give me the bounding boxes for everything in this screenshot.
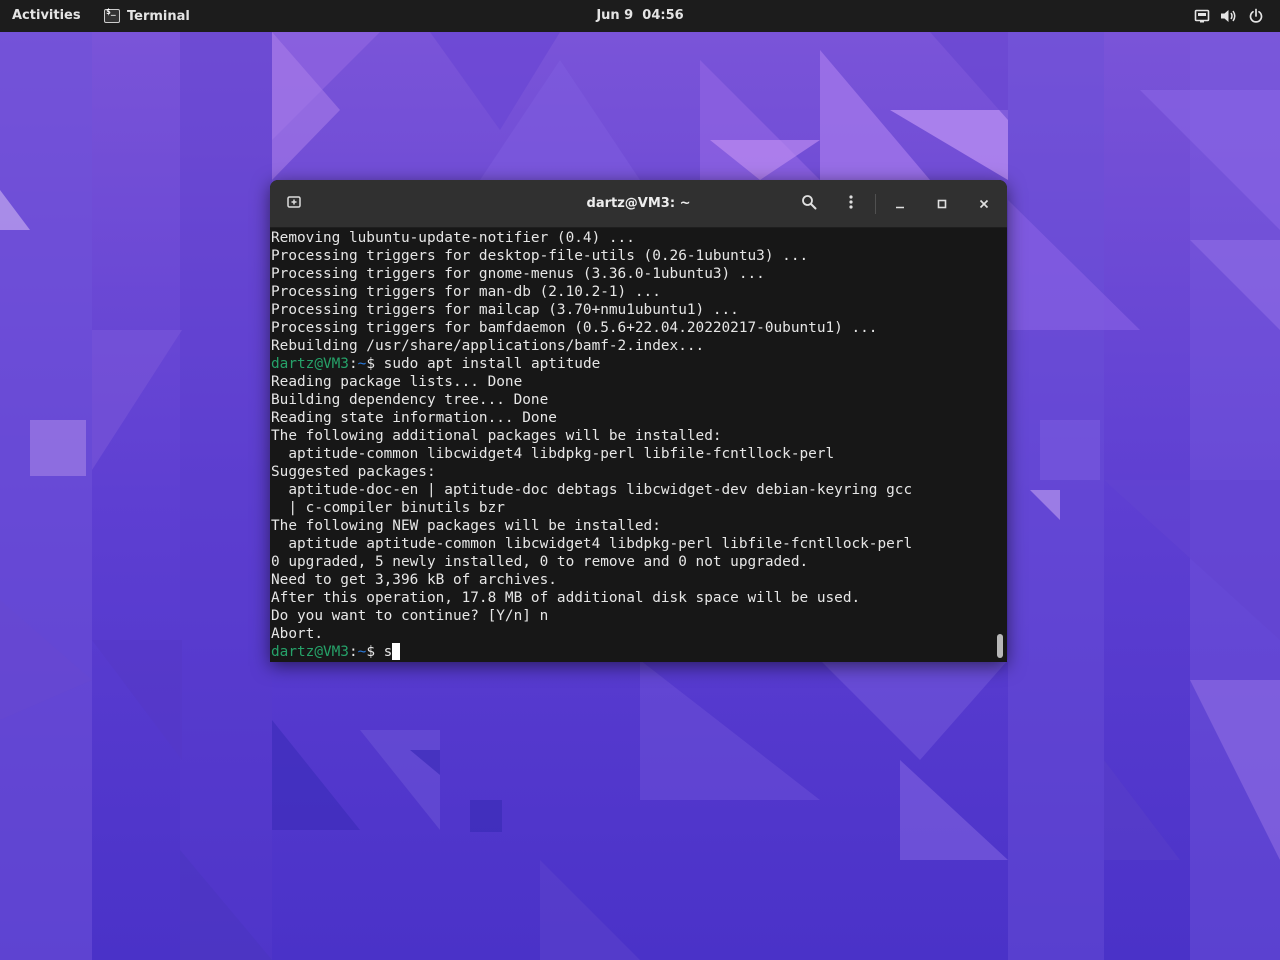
- new-tab-button[interactable]: [279, 189, 309, 219]
- clock-area: Jun 9 04:56: [0, 0, 1280, 32]
- terminal-output-text: 0 upgraded, 5 newly installed, 0 to remo…: [271, 554, 809, 570]
- terminal-line: Removing lubuntu-update-notifier (0.4) .…: [271, 229, 912, 247]
- volume-icon[interactable]: [1220, 8, 1238, 24]
- terminal-window[interactable]: dartz@VM3: ~ Removing lubuntu-update-not…: [270, 180, 1007, 662]
- system-tray[interactable]: [1194, 0, 1264, 32]
- terminal-line: Reading state information... Done: [271, 409, 912, 427]
- terminal-line: Building dependency tree... Done: [271, 391, 912, 409]
- terminal-output-text: Processing triggers for bamfdaemon (0.5.…: [271, 320, 878, 336]
- terminal-output-text: aptitude-doc-en | aptitude-doc debtags l…: [271, 482, 913, 498]
- search-icon: [801, 194, 817, 214]
- search-button[interactable]: [794, 189, 824, 219]
- kebab-menu-icon: [843, 194, 859, 214]
- terminal-line: The following NEW packages will be insta…: [271, 517, 912, 535]
- prompt-command: s: [383, 644, 393, 660]
- terminal-line: Reading package lists... Done: [271, 373, 912, 391]
- terminal-scrollbar[interactable]: [997, 634, 1003, 658]
- close-icon: [978, 195, 990, 214]
- menu-button[interactable]: [836, 189, 866, 219]
- terminal-output-text: aptitude-common libcwidget4 libdpkg-perl…: [271, 446, 835, 462]
- terminal-app-icon: [104, 7, 120, 23]
- terminal-line: Abort.: [271, 625, 912, 643]
- terminal-output-text: | c-compiler binutils bzr: [271, 500, 505, 516]
- terminal-line: Processing triggers for bamfdaemon (0.5.…: [271, 319, 912, 337]
- minimize-icon: [894, 195, 906, 214]
- terminal-line: Processing triggers for desktop-file-uti…: [271, 247, 912, 265]
- terminal-headerbar[interactable]: dartz@VM3: ~: [270, 180, 1007, 228]
- terminal-output-area[interactable]: Removing lubuntu-update-notifier (0.4) .…: [270, 228, 1007, 662]
- prompt-separator: :: [348, 356, 358, 372]
- terminal-line: | c-compiler binutils bzr: [271, 499, 912, 517]
- terminal-line: Suggested packages:: [271, 463, 912, 481]
- terminal-line: Need to get 3,396 kB of archives.: [271, 571, 912, 589]
- network-icon[interactable]: [1194, 8, 1210, 24]
- terminal-output-text: Reading state information... Done: [271, 410, 557, 426]
- app-menu-button[interactable]: Terminal: [104, 0, 190, 32]
- terminal-output-text: Reading package lists... Done: [271, 374, 523, 390]
- clock-button[interactable]: Jun 9 04:56: [596, 8, 683, 23]
- terminal-line: dartz@VM3:~$ s: [271, 643, 912, 661]
- text-cursor: [392, 643, 401, 660]
- close-button[interactable]: [969, 189, 999, 219]
- prompt-user: dartz@VM3: [271, 356, 349, 372]
- terminal-line: 0 upgraded, 5 newly installed, 0 to remo…: [271, 553, 912, 571]
- terminal-output-text: Processing triggers for desktop-file-uti…: [271, 248, 809, 264]
- maximize-button[interactable]: [927, 189, 957, 219]
- headerbar-separator: [875, 194, 876, 214]
- terminal-output-text: Abort.: [271, 626, 323, 642]
- terminal-line: aptitude aptitude-common libcwidget4 lib…: [271, 535, 912, 553]
- terminal-output-text: Building dependency tree... Done: [271, 392, 549, 408]
- new-tab-icon: [286, 194, 302, 214]
- terminal-output-text: Rebuilding /usr/share/applications/bamf-…: [271, 338, 705, 354]
- prompt-separator: :: [348, 644, 358, 660]
- terminal-output-text: The following NEW packages will be insta…: [271, 518, 661, 534]
- terminal-text: Removing lubuntu-update-notifier (0.4) .…: [271, 229, 912, 661]
- terminal-line: Processing triggers for gnome-menus (3.3…: [271, 265, 912, 283]
- terminal-output-text: Removing lubuntu-update-notifier (0.4) .…: [271, 230, 635, 246]
- terminal-output-text: Processing triggers for mailcap (3.70+nm…: [271, 302, 739, 318]
- app-menu-label: Terminal: [127, 8, 190, 24]
- terminal-line: aptitude-common libcwidget4 libdpkg-perl…: [271, 445, 912, 463]
- top-bar: Activities Terminal Jun 9 04:56: [0, 0, 1280, 32]
- maximize-icon: [936, 195, 948, 214]
- terminal-output-text: aptitude aptitude-common libcwidget4 lib…: [271, 536, 913, 552]
- prompt-symbol: $: [366, 356, 375, 372]
- terminal-line: Do you want to continue? [Y/n] n: [271, 607, 912, 625]
- prompt-command: sudo apt install aptitude: [383, 356, 601, 372]
- terminal-output-text: Need to get 3,396 kB of archives.: [271, 572, 557, 588]
- terminal-line: The following additional packages will b…: [271, 427, 912, 445]
- terminal-line: dartz@VM3:~$ sudo apt install aptitude: [271, 355, 912, 373]
- terminal-line: Processing triggers for mailcap (3.70+nm…: [271, 301, 912, 319]
- prompt-user: dartz@VM3: [271, 644, 349, 660]
- terminal-output-text: Processing triggers for man-db (2.10.2-1…: [271, 284, 661, 300]
- prompt-symbol: $: [366, 644, 375, 660]
- terminal-output-text: Suggested packages:: [271, 464, 436, 480]
- terminal-line: Rebuilding /usr/share/applications/bamf-…: [271, 337, 912, 355]
- terminal-line: After this operation, 17.8 MB of additio…: [271, 589, 912, 607]
- terminal-output-text: The following additional packages will b…: [271, 428, 722, 444]
- terminal-line: aptitude-doc-en | aptitude-doc debtags l…: [271, 481, 912, 499]
- minimize-button[interactable]: [885, 189, 915, 219]
- terminal-line: Processing triggers for man-db (2.10.2-1…: [271, 283, 912, 301]
- terminal-output-text: Processing triggers for gnome-menus (3.3…: [271, 266, 765, 282]
- power-icon[interactable]: [1248, 8, 1264, 24]
- activities-button[interactable]: Activities: [0, 0, 93, 32]
- terminal-output-text: After this operation, 17.8 MB of additio…: [271, 590, 861, 606]
- terminal-output-text: Do you want to continue? [Y/n] n: [271, 608, 549, 624]
